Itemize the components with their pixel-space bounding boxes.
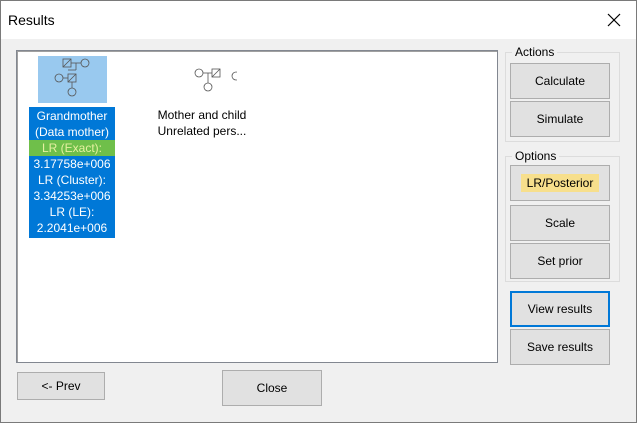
close-icon[interactable] [606,12,622,28]
list-item-grandmother[interactable]: Grandmother (Data mother) LR (Exact): 3.… [22,56,122,238]
actions-legend: Actions [512,45,558,59]
calculate-button[interactable]: Calculate [510,63,610,99]
lr-posterior-button[interactable]: LR/Posterior [510,165,610,201]
item-data-line: (Data mother) [34,125,110,139]
simulate-button[interactable]: Simulate [510,101,610,137]
list-item-label: Mother and child Unrelated pers... [150,107,254,139]
item-name-line: Grandmother [36,109,108,123]
window-title: Results [8,12,55,28]
view-results-button[interactable]: View results [510,291,610,327]
pedigree-icon [37,56,107,103]
item-data-line: Unrelated pers... [157,124,247,138]
list-item-mother-and-child[interactable]: Mother and child Unrelated pers... [150,56,254,139]
title-bar: Results [1,1,636,39]
scale-button[interactable]: Scale [510,205,610,241]
item-name-line: Mother and child [157,108,247,122]
lr-posterior-label: LR/Posterior [520,174,600,192]
prev-button[interactable]: <- Prev [17,372,105,400]
lr-exact-value: 3.17758e+006 [33,157,111,171]
lr-le-value: 2.2041e+006 [36,221,108,235]
lr-exact-label: LR (Exact): [29,140,115,156]
lr-cluster-value: 3.34253e+006 [33,189,111,203]
list-item-label: Grandmother (Data mother) LR (Exact): 3.… [29,107,115,238]
pedigree-icon [168,56,237,103]
lr-le-label: LR (LE): [49,205,95,219]
close-button[interactable]: Close [222,370,322,406]
lr-cluster-label: LR (Cluster): [37,173,106,187]
save-results-button[interactable]: Save results [510,329,610,365]
options-legend: Options [512,149,560,163]
set-prior-button[interactable]: Set prior [510,243,610,279]
